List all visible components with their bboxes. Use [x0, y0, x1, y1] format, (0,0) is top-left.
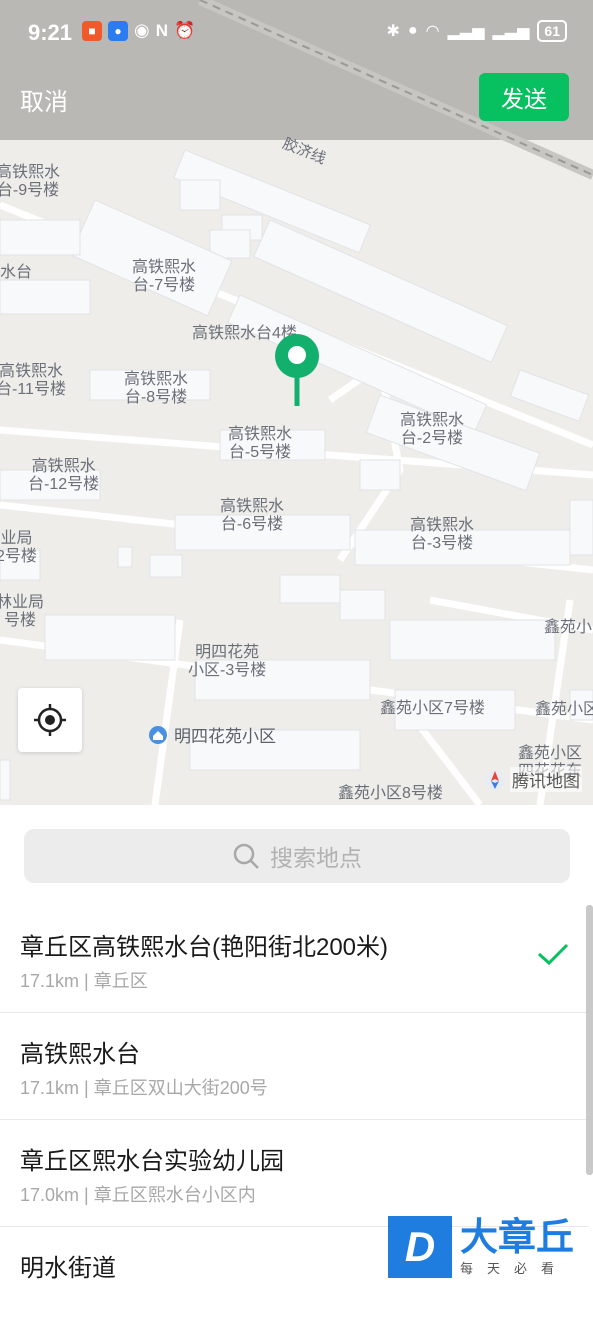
- scrollbar[interactable]: [586, 905, 593, 1175]
- map-label: 水台: [0, 264, 33, 281]
- list-item-subtitle: 17.0km | 章丘区熙水台小区内: [20, 1185, 256, 1205]
- status-bar: 9:21 ■ ● ◉ N ⏰ ✱ ● ◠ ▂▃▅ ▂▃▅ 61: [0, 0, 593, 68]
- compass-icon: [485, 769, 505, 790]
- map-view[interactable]: 胶济线 高铁熙水 台-9号楼 水台 高铁熙水 台-7号楼 高铁熙水台4楼 高铁熙…: [0, 0, 593, 805]
- send-button[interactable]: 发送: [479, 73, 569, 121]
- signal-icon: ▂▃▅: [447, 23, 485, 40]
- map-logo-text: 腾讯地图: [510, 767, 582, 792]
- list-item[interactable]: 章丘区熙水台实验幼儿园 17.0km | 章丘区熙水台小区内: [0, 1119, 588, 1227]
- map-label: 高铁熙水 台-11号楼: [0, 363, 66, 398]
- map-provider-logo: 腾讯地图: [484, 767, 582, 792]
- location-pin-icon: [149, 725, 167, 744]
- search-input[interactable]: 搜索地点: [24, 829, 570, 883]
- locate-me-button[interactable]: [18, 688, 82, 752]
- map-label: 明四花苑 小区-3号楼: [188, 644, 267, 679]
- location-panel: 搜索地点 章丘区高铁熙水台(艳阳街北200米) 17.1km | 章丘区 高铁熙…: [0, 805, 593, 1282]
- cancel-button[interactable]: 取消: [20, 82, 68, 117]
- search-icon: [233, 843, 259, 869]
- map-label: 高铁熙水 台-5号楼: [228, 426, 293, 461]
- map-label: 高铁熙水 台-12号楼: [28, 458, 100, 493]
- map-label: 鑫苑小区7号楼: [380, 700, 485, 717]
- watermark-mark: D: [388, 1216, 452, 1278]
- alarm-icon: ⏰: [174, 20, 196, 40]
- map-label: 业局 2号楼: [0, 530, 37, 565]
- wifi-icon: ◠: [425, 23, 440, 40]
- map-label: 高铁熙水 台-9号楼: [0, 164, 61, 199]
- map-pin-icon: [275, 334, 319, 406]
- list-item[interactable]: 高铁熙水台 17.1km | 章丘区双山大街200号: [0, 1012, 588, 1120]
- map-label: 高铁熙水 台-3号楼: [410, 517, 475, 552]
- watermark-logo: D 大章丘 每天必看: [388, 1214, 593, 1280]
- crosshair-icon: [34, 704, 66, 736]
- list-item-subtitle: 17.1km | 章丘区: [20, 971, 148, 991]
- eye-icon: ◉: [134, 20, 150, 40]
- poi-label: 明四花苑小区: [174, 727, 276, 746]
- watermark-name: 大章丘: [460, 1216, 575, 1259]
- poi-marker[interactable]: 明四花苑小区: [148, 722, 276, 747]
- list-item-title: 高铁熙水台: [20, 1041, 140, 1068]
- list-item-selected[interactable]: 章丘区高铁熙水台(艳阳街北200米) 17.1km | 章丘区: [0, 905, 588, 1013]
- map-label: 鑫苑小区8号楼: [338, 785, 443, 802]
- map-label: 高铁熙水 台-6号楼: [220, 498, 285, 533]
- map-label: 高铁熙水 台-7号楼: [132, 259, 197, 294]
- list-item-title: 章丘区熙水台实验幼儿园: [20, 1148, 284, 1175]
- nfc-icon: N: [155, 20, 168, 40]
- selected-location-pin: [273, 332, 321, 413]
- map-label: 高铁熙水 台-8号楼: [124, 371, 189, 406]
- app-notification-icon: ■: [82, 20, 102, 41]
- map-label: 鑫苑小区: [535, 701, 593, 718]
- signal-icon: ▂▃▅: [492, 23, 530, 40]
- list-item-title: 明水街道: [20, 1255, 116, 1282]
- location-icon: ●: [407, 22, 418, 39]
- search-placeholder: 搜索地点: [270, 845, 362, 871]
- map-label: 鑫苑小: [544, 619, 593, 636]
- map-label: 林业局 号楼: [0, 594, 45, 629]
- list-item-subtitle: 17.1km | 章丘区双山大街200号: [20, 1078, 268, 1098]
- app-notification-icon: ●: [108, 20, 128, 41]
- list-item-title: 章丘区高铁熙水台(艳阳街北200米): [20, 934, 389, 961]
- watermark-slogan: 每天必看: [460, 1260, 569, 1276]
- map-label: 高铁熙水 台-2号楼: [400, 412, 465, 447]
- checkmark-icon: [537, 943, 569, 966]
- bluetooth-icon: ✱: [386, 23, 400, 40]
- battery-indicator: 61: [537, 20, 567, 42]
- status-time: 9:21: [28, 20, 73, 45]
